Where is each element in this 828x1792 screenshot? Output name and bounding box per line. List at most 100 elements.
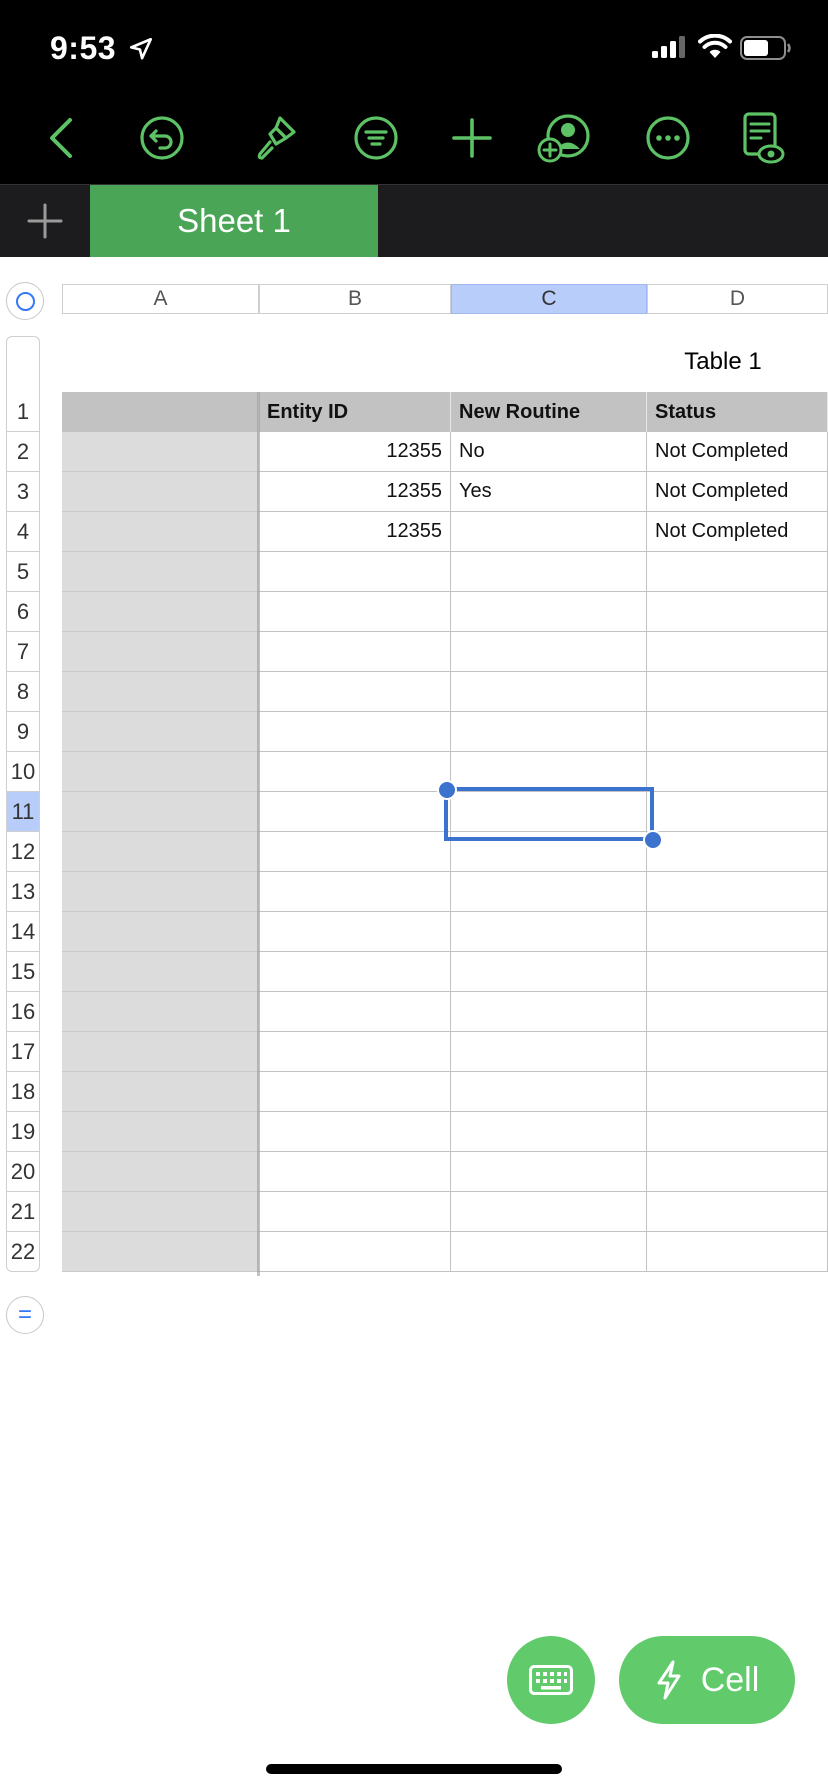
selection-handle-bottom-right[interactable] (643, 830, 663, 850)
row-header-4[interactable]: 4 (6, 512, 40, 552)
table-cell[interactable] (259, 912, 451, 952)
table-cell[interactable] (62, 1112, 259, 1152)
table-cell[interactable]: No (451, 432, 647, 472)
select-table-button[interactable] (6, 282, 44, 320)
header-cell[interactable]: Status (647, 392, 828, 432)
table-cell[interactable] (451, 1192, 647, 1232)
row-header-14[interactable]: 14 (6, 912, 40, 952)
tab-sheet-1[interactable]: Sheet 1 (90, 185, 378, 257)
table-cell[interactable] (259, 672, 451, 712)
column-header-c[interactable]: C (451, 284, 647, 314)
table-cell[interactable] (451, 992, 647, 1032)
table-cell[interactable] (451, 1032, 647, 1072)
table-cell[interactable]: 12355 (259, 512, 451, 552)
table-cell[interactable] (62, 912, 259, 952)
table-cell[interactable] (62, 552, 259, 592)
column-header-d[interactable]: D (647, 284, 828, 314)
home-indicator[interactable] (266, 1764, 562, 1774)
table-cell[interactable] (647, 792, 828, 832)
row-header-20[interactable]: 20 (6, 1152, 40, 1192)
table-cell[interactable] (259, 1232, 451, 1272)
table-cell[interactable] (451, 712, 647, 752)
table-cell[interactable] (647, 832, 828, 872)
table-cell[interactable] (451, 512, 647, 552)
table-cell[interactable] (259, 632, 451, 672)
table-cell[interactable] (259, 872, 451, 912)
organize-button[interactable] (348, 110, 404, 166)
reading-view-button[interactable] (734, 110, 790, 166)
table-cell[interactable] (259, 592, 451, 632)
row-header-11[interactable]: 11 (6, 792, 40, 832)
table-cell[interactable] (451, 1072, 647, 1112)
row-header-17[interactable]: 17 (6, 1032, 40, 1072)
table-cell[interactable] (647, 1032, 828, 1072)
table-cell[interactable] (647, 1152, 828, 1192)
table-cell[interactable] (259, 1032, 451, 1072)
table-cell[interactable] (62, 592, 259, 632)
keyboard-button[interactable] (507, 1636, 595, 1724)
table-cell[interactable] (62, 672, 259, 712)
table-cell[interactable] (259, 752, 451, 792)
table-cell[interactable] (62, 792, 259, 832)
table-cell[interactable]: 12355 (259, 432, 451, 472)
header-cell[interactable] (62, 392, 259, 432)
table-cell[interactable] (451, 1152, 647, 1192)
table-cell[interactable] (451, 1232, 647, 1272)
table-cell[interactable] (259, 952, 451, 992)
selected-cell[interactable] (444, 787, 654, 841)
header-cell[interactable]: Entity ID (259, 392, 451, 432)
add-row-button[interactable]: = (6, 1296, 44, 1334)
table-cell[interactable] (62, 992, 259, 1032)
table-cell[interactable] (259, 832, 451, 872)
table-cell[interactable] (259, 1152, 451, 1192)
row-header-21[interactable]: 21 (6, 1192, 40, 1232)
table-cell[interactable] (259, 552, 451, 592)
add-sheet-button[interactable] (0, 185, 90, 257)
table-cell[interactable] (62, 432, 259, 472)
table-cell[interactable] (62, 1072, 259, 1112)
row-header-5[interactable]: 5 (6, 552, 40, 592)
row-header-13[interactable]: 13 (6, 872, 40, 912)
table-cell[interactable]: Not Completed (647, 512, 828, 552)
header-cell[interactable]: New Routine (451, 392, 647, 432)
table-cell[interactable] (259, 1192, 451, 1232)
table-cell[interactable]: Not Completed (647, 432, 828, 472)
row-header-1[interactable]: 1 (6, 392, 40, 432)
table-cell[interactable] (62, 832, 259, 872)
table-cell[interactable] (62, 1032, 259, 1072)
row-header-18[interactable]: 18 (6, 1072, 40, 1112)
table-cell[interactable] (259, 792, 451, 832)
table-cell[interactable] (62, 952, 259, 992)
table-cell[interactable] (259, 1112, 451, 1152)
row-header-3[interactable]: 3 (6, 472, 40, 512)
table-cell[interactable] (647, 1072, 828, 1112)
table-cell[interactable] (647, 952, 828, 992)
table-cell[interactable] (451, 672, 647, 712)
table-cell[interactable] (62, 712, 259, 752)
row-header-9[interactable]: 9 (6, 712, 40, 752)
back-button[interactable] (34, 110, 90, 166)
table-cell[interactable] (259, 1072, 451, 1112)
row-header-22[interactable]: 22 (6, 1232, 40, 1272)
table-cell[interactable] (647, 992, 828, 1032)
undo-button[interactable] (134, 110, 190, 166)
table-cell[interactable] (451, 632, 647, 672)
column-header-a[interactable]: A (62, 284, 259, 314)
table-cell[interactable] (647, 1112, 828, 1152)
cell-actions-button[interactable]: Cell (619, 1636, 795, 1724)
table-cell[interactable] (647, 1192, 828, 1232)
table-cell[interactable] (451, 912, 647, 952)
table-cell[interactable] (62, 512, 259, 552)
table-cell[interactable] (451, 752, 647, 792)
table-cell[interactable] (647, 752, 828, 792)
row-header-16[interactable]: 16 (6, 992, 40, 1032)
table-cell[interactable] (62, 1232, 259, 1272)
table-cell[interactable]: Yes (451, 472, 647, 512)
row-header-10[interactable]: 10 (6, 752, 40, 792)
row-header-19[interactable]: 19 (6, 1112, 40, 1152)
table-name[interactable]: Table 1 (660, 348, 786, 376)
table-cell[interactable] (259, 712, 451, 752)
table-cell[interactable] (62, 632, 259, 672)
table-cell[interactable] (647, 592, 828, 632)
insert-button[interactable] (444, 110, 500, 166)
